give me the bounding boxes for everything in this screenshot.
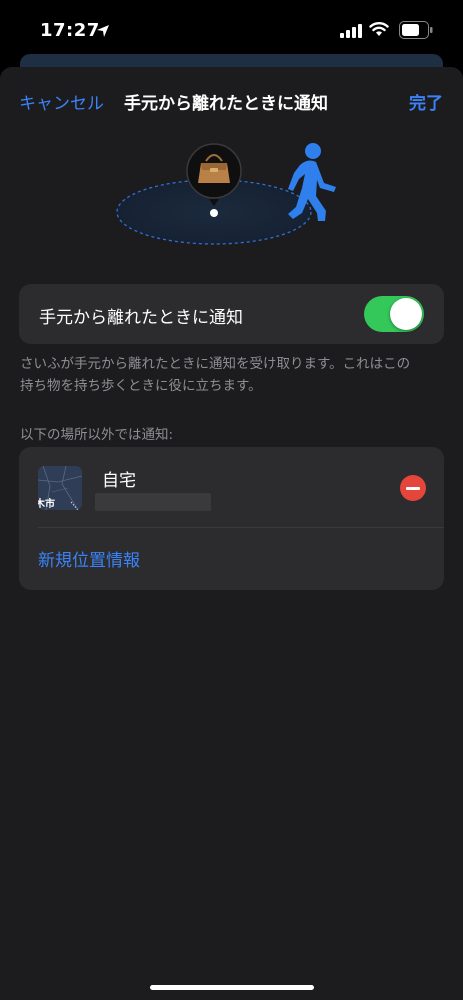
notify-toggle-switch[interactable] bbox=[364, 296, 424, 332]
description-line-1: さいふが手元から離れたときに通知を受け取ります。これはこの bbox=[20, 356, 411, 372]
cancel-button[interactable]: キャンセル bbox=[19, 89, 104, 114]
home-map-thumbnail: 木市 bbox=[38, 466, 82, 510]
switch-knob bbox=[390, 298, 422, 330]
trusted-places-list: 木市 自宅 新規位置情報 bbox=[19, 447, 444, 590]
home-indicator[interactable] bbox=[150, 985, 314, 990]
location-dot bbox=[210, 209, 218, 217]
description-line-2: 持ち物を持ち歩くときに役に立ちます。 bbox=[20, 378, 262, 394]
location-arrow-icon bbox=[97, 25, 109, 37]
battery-icon bbox=[399, 21, 433, 39]
add-new-location-button[interactable]: 新規位置情報 bbox=[38, 546, 140, 571]
navigation-bar: キャンセル 手元から離れたときに通知 完了 bbox=[0, 67, 463, 133]
list-divider bbox=[38, 527, 444, 528]
status-bar: 17:27 bbox=[0, 0, 463, 56]
done-button[interactable]: 完了 bbox=[409, 89, 443, 114]
walking-person-icon bbox=[288, 143, 336, 221]
place-name-home: 自宅 bbox=[102, 471, 136, 491]
place-address-redacted bbox=[95, 493, 211, 511]
separation-illustration bbox=[116, 143, 336, 245]
cellular-signal-icon bbox=[340, 24, 362, 38]
status-time: 17:27 bbox=[40, 20, 100, 41]
notify-when-left-behind-sheet: キャンセル 手元から離れたときに通知 完了 手元から離れたときに通知 さいふが手… bbox=[0, 67, 463, 1000]
page-title: 手元から離れたときに通知 bbox=[124, 94, 328, 114]
map-city-label: 木市 bbox=[38, 499, 55, 510]
places-section-header: 以下の場所以外では通知: bbox=[20, 427, 174, 443]
notify-toggle-label: 手元から離れたときに通知 bbox=[39, 308, 243, 328]
notify-toggle-row[interactable]: 手元から離れたときに通知 bbox=[19, 284, 444, 344]
remove-place-button[interactable] bbox=[400, 475, 426, 501]
wifi-icon bbox=[369, 22, 389, 36]
toggle-description: さいふが手元から離れたときに通知を受け取ります。これはこの 持ち物を持ち歩くとき… bbox=[20, 353, 445, 397]
